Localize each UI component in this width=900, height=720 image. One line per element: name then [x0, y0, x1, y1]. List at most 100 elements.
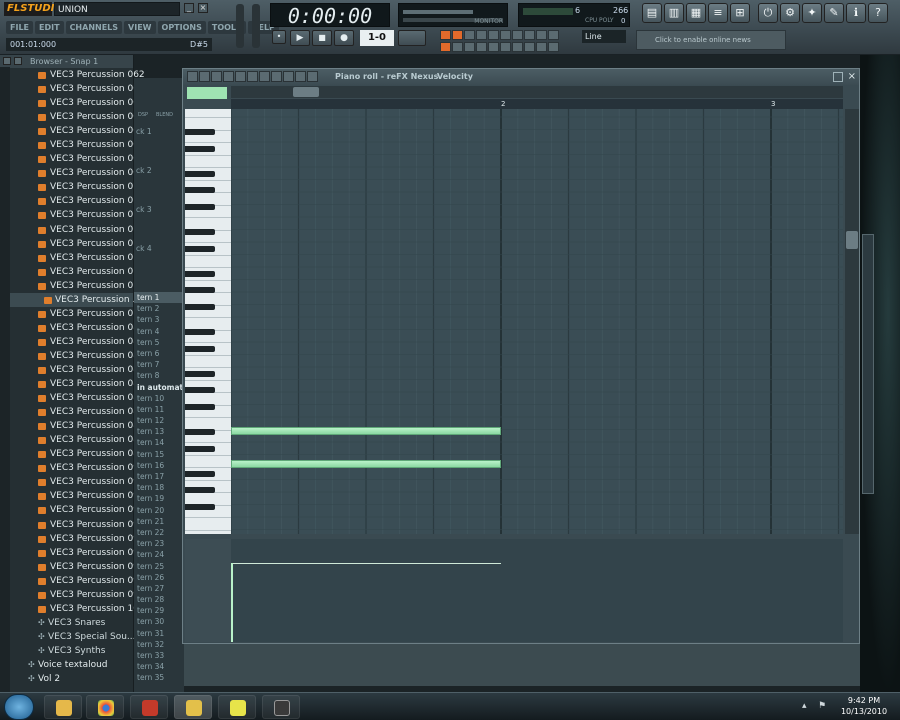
snap-indicator[interactable]	[187, 87, 227, 99]
pattern-item[interactable]: tern 19	[134, 493, 184, 504]
menu-channels[interactable]: CHANNELS	[65, 21, 123, 34]
tool-zoom-icon[interactable]	[283, 71, 294, 82]
menu-options[interactable]: OPTIONS	[157, 21, 206, 34]
tool-paint-icon[interactable]	[223, 71, 234, 82]
pattern-item[interactable]: tern 7	[134, 359, 184, 370]
browser-item[interactable]: VEC3 Percussion 079	[0, 307, 145, 321]
menu-file[interactable]: FILE	[6, 21, 34, 34]
browser-item[interactable]: VEC3 Percussion 071	[0, 194, 145, 208]
black-key[interactable]	[185, 271, 215, 277]
play-icon[interactable]: ▶	[290, 30, 310, 46]
black-key[interactable]	[185, 346, 215, 352]
pattern-item[interactable]: tern 24	[134, 549, 184, 560]
mode-button-12[interactable]	[452, 41, 463, 52]
white-key[interactable]	[185, 279, 231, 281]
tool-pencil-icon[interactable]	[211, 71, 222, 82]
browser-item[interactable]: VEC3 Percussion 088	[0, 433, 145, 447]
pattern-item[interactable]: in automati	[134, 382, 184, 393]
channel-rack-icon[interactable]: ▦	[686, 3, 706, 23]
pattern-item[interactable]: tern 22	[134, 527, 184, 538]
taskbar-chrome[interactable]	[86, 695, 124, 719]
browser-item[interactable]: VEC3 Percussion 100	[0, 602, 145, 616]
white-key[interactable]	[185, 154, 231, 156]
browser-item[interactable]: VEC3 Percussion 076	[0, 265, 145, 279]
browser-item[interactable]: VEC3 Percussion 096	[0, 546, 145, 560]
white-key[interactable]	[185, 354, 231, 356]
browser-root-folder[interactable]: ✣ Voice textaloud	[0, 658, 133, 672]
tools-icon[interactable]: ✎	[824, 3, 844, 23]
settings-icon[interactable]: ✦	[802, 3, 822, 23]
browser-item[interactable]: VEC3 Percussion 093	[0, 503, 145, 517]
tray-arrow-icon[interactable]: ▴	[802, 701, 812, 711]
pattern-item[interactable]: tern 35	[134, 672, 184, 683]
browser-item[interactable]: VEC3 Percussion 075	[0, 251, 145, 265]
master-volume-slider[interactable]	[236, 4, 244, 48]
white-key[interactable]	[185, 467, 231, 468]
browser-item[interactable]: VEC3 Percussion 098	[0, 574, 145, 588]
track-label[interactable]: ck 4	[136, 244, 152, 253]
track-label[interactable]: ck 1	[136, 127, 152, 136]
mode-button-13[interactable]	[464, 41, 475, 52]
browser-collapse-icon[interactable]	[3, 57, 11, 65]
pattern-item[interactable]: tern 25	[134, 561, 184, 572]
browser-menu-icon[interactable]	[14, 57, 22, 65]
browser-folder[interactable]: ✣ VEC3 Snares	[0, 616, 133, 630]
black-key[interactable]	[185, 304, 215, 310]
white-key[interactable]	[185, 367, 231, 368]
pattern-item[interactable]: tern 3	[134, 314, 184, 325]
browser-item[interactable]: VEC3 Percussion 089	[0, 447, 145, 461]
white-key[interactable]	[185, 217, 231, 218]
browser-item[interactable]: VEC3 Percussion 092	[0, 489, 145, 503]
pattern-item[interactable]: tern 10	[134, 393, 184, 404]
pattern-item[interactable]: tern 31	[134, 628, 184, 639]
browser-scrollbar[interactable]	[0, 67, 10, 692]
note[interactable]	[231, 460, 501, 468]
pattern-item[interactable]: tern 27	[134, 583, 184, 594]
horizontal-scroll-thumb[interactable]	[293, 87, 319, 97]
white-key[interactable]	[185, 317, 231, 318]
online-news-panel[interactable]: Click to enable online news	[636, 30, 786, 50]
power-icon[interactable]: ⏻	[758, 3, 778, 23]
black-key[interactable]	[185, 446, 215, 452]
pattern-item[interactable]: tern 23	[134, 538, 184, 549]
mixer-icon[interactable]: ≡	[708, 3, 728, 23]
start-button[interactable]	[4, 694, 34, 720]
piano-roll-title[interactable]: Piano roll - reFX Nexus	[335, 69, 438, 85]
black-key[interactable]	[185, 429, 215, 435]
mode-button-9[interactable]	[536, 30, 547, 40]
piano-keyboard[interactable]	[185, 109, 231, 534]
mode-button-17[interactable]	[512, 41, 523, 52]
pattern-item[interactable]: tern 2	[134, 303, 184, 314]
tempo-display[interactable]	[398, 30, 426, 46]
browser-item[interactable]: VEC3 Percussion ...	[0, 292, 141, 307]
browser-item[interactable]: VEC3 Percussion 069	[0, 166, 145, 180]
pattern-item[interactable]: tern 1	[134, 292, 184, 304]
menu-edit[interactable]: EDIT	[35, 21, 64, 34]
pattern-item[interactable]: tern 18	[134, 482, 184, 493]
vertical-scrollbar[interactable]	[845, 109, 859, 534]
horizontal-scrollbar[interactable]	[231, 86, 843, 98]
browser-item[interactable]: VEC3 Percussion 066	[0, 124, 145, 138]
browser-item[interactable]: VEC3 Percussion 064	[0, 96, 145, 110]
tool-select-icon[interactable]	[271, 71, 282, 82]
browser-item[interactable]: VEC3 Percussion 065	[0, 110, 145, 124]
black-key[interactable]	[185, 171, 215, 177]
tool-slice-icon[interactable]	[259, 71, 270, 82]
pattern-item[interactable]: tern 20	[134, 505, 184, 516]
help-icon[interactable]: ?	[868, 3, 888, 23]
tray-flag-icon[interactable]: ⚑	[818, 701, 828, 711]
white-key[interactable]	[185, 179, 231, 181]
browser-item[interactable]: VEC3 Percussion 063	[0, 82, 145, 96]
white-key[interactable]	[185, 479, 231, 481]
white-key[interactable]	[185, 517, 231, 518]
pattern-item[interactable]: tern 28	[134, 594, 184, 605]
black-key[interactable]	[185, 371, 215, 377]
pat-song-toggle[interactable]: •	[272, 30, 286, 44]
browser-item[interactable]: VEC3 Percussion 070	[0, 180, 145, 194]
black-key[interactable]	[185, 204, 215, 210]
white-key[interactable]	[185, 254, 231, 256]
time-ruler[interactable]: 2 3	[231, 99, 843, 109]
white-key[interactable]	[185, 267, 231, 268]
tool-extra-icon[interactable]	[307, 71, 318, 82]
minimize-icon[interactable]: _	[184, 3, 194, 13]
